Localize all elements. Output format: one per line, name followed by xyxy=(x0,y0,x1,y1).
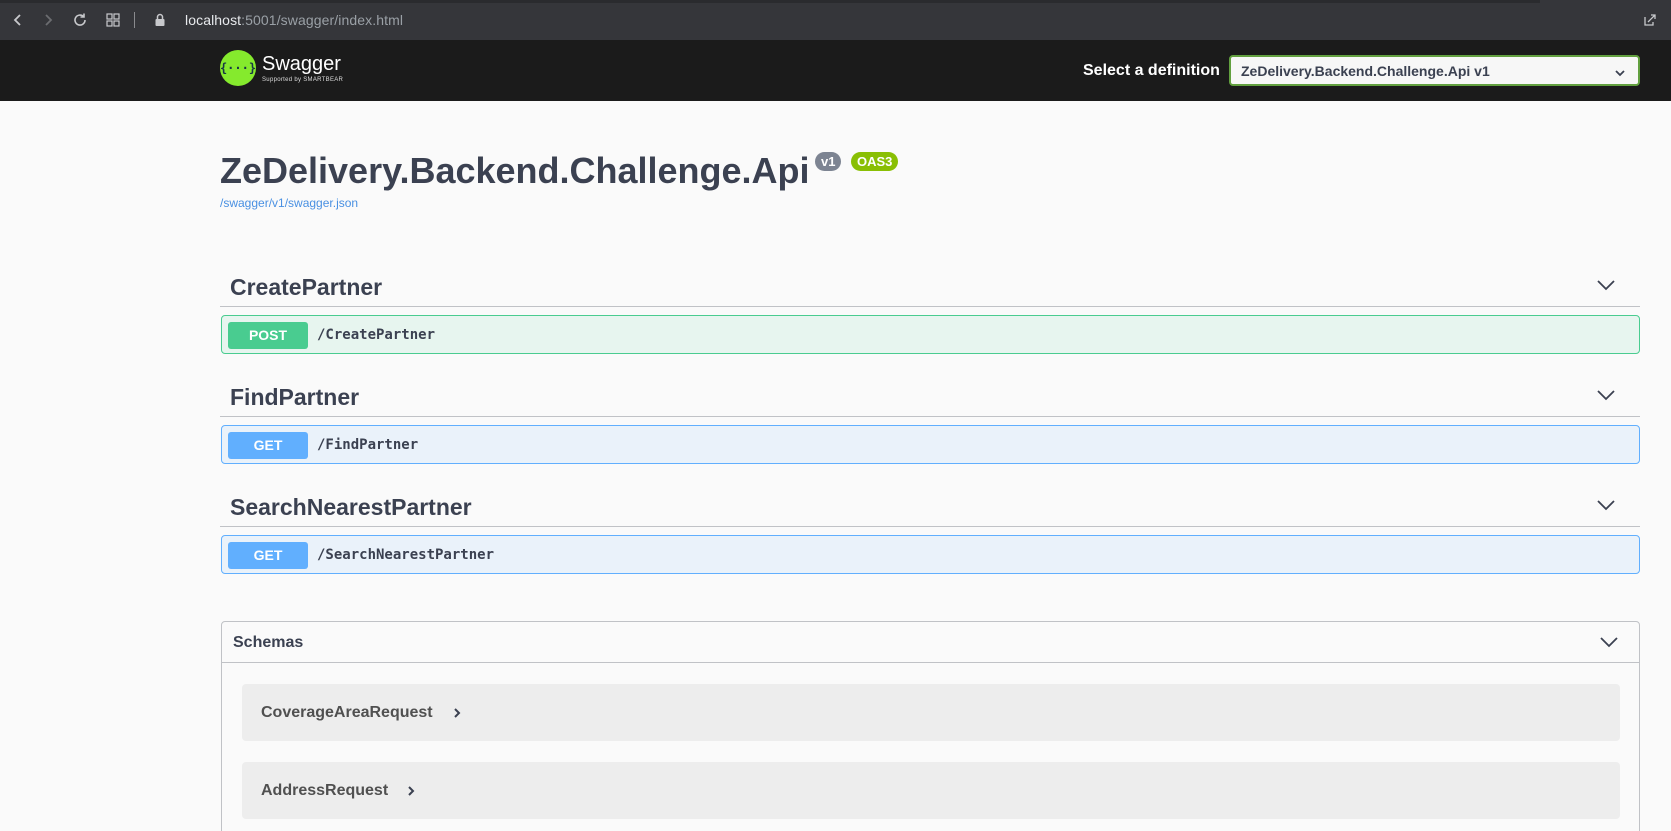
reload-icon[interactable] xyxy=(70,10,90,30)
definition-select[interactable]: ZeDelivery.Backend.Challenge.Api v1 xyxy=(1229,55,1640,86)
schema-model-name: CoverageAreaRequest xyxy=(261,704,433,721)
operation-path: /SearchNearestPartner xyxy=(317,547,495,563)
schemas-title: Schemas xyxy=(233,634,304,651)
logo-subtitle: Supported by SMARTBEAR xyxy=(262,76,344,83)
swagger-logo[interactable]: {···} Swagger Supported by SMARTBEAR xyxy=(220,50,343,86)
schema-model-addressrequest[interactable]: AddressRequest xyxy=(242,762,1620,819)
swagger-logo-icon: {···} xyxy=(220,50,256,86)
tab-strip-edge xyxy=(0,0,1540,3)
share-icon[interactable] xyxy=(1640,10,1660,30)
operation-path: /FindPartner xyxy=(317,437,419,453)
apps-grid-icon[interactable] xyxy=(103,10,123,30)
version-badge: v1 xyxy=(815,152,842,171)
method-badge-get: GET xyxy=(228,432,308,459)
toolbar-divider xyxy=(134,12,135,28)
operation-get-findpartner[interactable]: GET /FindPartner xyxy=(221,425,1640,464)
schemas-header[interactable]: Schemas xyxy=(222,622,1639,663)
tag-section-searchnearestpartner[interactable]: SearchNearestPartner xyxy=(220,482,1640,527)
lock-icon[interactable] xyxy=(150,10,170,30)
operation-post-createpartner[interactable]: POST /CreatePartner xyxy=(221,315,1640,354)
operation-path: /CreatePartner xyxy=(317,327,436,343)
logo-title: Swagger xyxy=(262,52,341,75)
chevron-down-icon[interactable] xyxy=(1599,635,1619,653)
schema-model-coverageareareq[interactable]: CoverageAreaRequest xyxy=(242,684,1620,741)
url-path: :5001/swagger/index.html xyxy=(241,12,404,28)
chevron-down-icon[interactable] xyxy=(1596,388,1616,406)
method-badge-post: POST xyxy=(228,322,308,349)
operation-get-searchnearestpartner[interactable]: GET /SearchNearestPartner xyxy=(221,535,1640,574)
address-bar[interactable]: localhost:5001/swagger/index.html xyxy=(185,12,403,28)
definition-label: Select a definition xyxy=(1083,62,1220,79)
schema-model-name: AddressRequest xyxy=(261,782,389,799)
tag-section-createpartner[interactable]: CreatePartner xyxy=(220,262,1640,307)
forward-icon[interactable] xyxy=(38,10,58,30)
schemas-section: Schemas CoverageAreaRequest AddressReque… xyxy=(221,621,1640,831)
tag-title: SearchNearestPartner xyxy=(230,494,472,520)
definition-selected-value: ZeDelivery.Backend.Challenge.Api v1 xyxy=(1241,63,1490,79)
api-title: ZeDelivery.Backend.Challenge.Api xyxy=(220,150,810,191)
tag-section-findpartner[interactable]: FindPartner xyxy=(220,372,1640,417)
oas-badge: OAS3 xyxy=(851,152,899,171)
back-icon[interactable] xyxy=(8,10,28,30)
chevron-right-icon[interactable] xyxy=(452,706,462,724)
browser-toolbar: localhost:5001/swagger/index.html xyxy=(0,0,1671,40)
spec-url-link[interactable]: /swagger/v1/swagger.json xyxy=(220,196,358,210)
tag-title: CreatePartner xyxy=(230,274,383,300)
chevron-down-icon[interactable] xyxy=(1596,498,1616,516)
swagger-topbar: {···} Swagger Supported by SMARTBEAR Sel… xyxy=(0,40,1671,101)
chevron-right-icon[interactable] xyxy=(406,784,416,802)
method-badge-get: GET xyxy=(228,542,308,569)
tag-title: FindPartner xyxy=(230,384,360,410)
chevron-down-icon[interactable] xyxy=(1596,278,1616,296)
url-host: localhost xyxy=(185,12,242,28)
chevron-down-icon xyxy=(1614,65,1626,81)
